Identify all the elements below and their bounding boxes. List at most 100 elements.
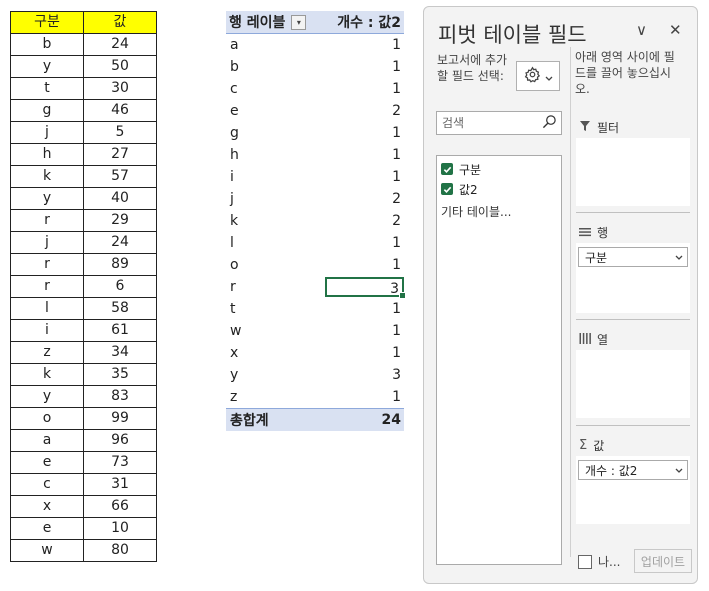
category-cell[interactable]: b (10, 33, 84, 56)
pivot-count-cell[interactable]: 1 (325, 255, 404, 275)
pivot-row-label[interactable]: y (226, 367, 325, 383)
category-cell[interactable]: j (10, 231, 84, 254)
pivot-count-cell[interactable]: 1 (325, 57, 404, 77)
close-icon[interactable]: ✕ (669, 21, 682, 39)
selected-cell[interactable]: 3 (325, 277, 406, 299)
pivot-count-cell[interactable]: 3 (325, 365, 404, 385)
value-cell[interactable]: 66 (83, 495, 157, 518)
category-cell[interactable]: a (10, 429, 84, 452)
pivot-row-label[interactable]: h (226, 147, 325, 163)
pivot-count-cell[interactable]: 1 (325, 321, 404, 341)
category-cell[interactable]: o (10, 407, 84, 430)
pivot-row-label[interactable]: g (226, 125, 325, 141)
value-cell[interactable]: 73 (83, 451, 157, 474)
pivot-row-label[interactable]: x (226, 345, 325, 361)
category-cell[interactable]: i (10, 319, 84, 342)
value-cell[interactable]: 35 (83, 363, 157, 386)
category-cell[interactable]: r (10, 253, 84, 276)
pivot-row-label[interactable]: k (226, 213, 325, 229)
category-cell[interactable]: r (10, 209, 84, 232)
pivot-row-label[interactable]: l (226, 235, 325, 251)
value-cell[interactable]: 58 (83, 297, 157, 320)
grand-total-row[interactable]: 총합계 24 (226, 408, 404, 431)
pivot-count-cell[interactable]: 1 (325, 299, 404, 319)
pivot-row-label[interactable]: b (226, 59, 325, 75)
rows-field-chip[interactable]: 구분 (578, 247, 688, 267)
value-cell[interactable]: 10 (83, 517, 157, 540)
field-item-value2[interactable]: 값2 (441, 179, 561, 199)
value-cell[interactable]: 27 (83, 143, 157, 166)
field-item-category[interactable]: 구분 (441, 159, 561, 179)
value-cell[interactable]: 61 (83, 319, 157, 342)
value-cell[interactable]: 30 (83, 77, 157, 100)
row-filter-dropdown-button[interactable]: ▾ (291, 14, 307, 30)
pivot-count-cell[interactable]: 1 (325, 145, 404, 165)
filters-drop-area[interactable] (576, 138, 690, 206)
value-cell[interactable]: 96 (83, 429, 157, 452)
value-cell[interactable]: 83 (83, 385, 157, 408)
pivot-count-cell[interactable]: 1 (325, 123, 404, 143)
value-cell[interactable]: 57 (83, 165, 157, 188)
pivot-count-cell[interactable]: 1 (325, 343, 404, 363)
category-cell[interactable]: h (10, 143, 84, 166)
value-cell[interactable]: 24 (83, 33, 157, 56)
collapse-pane-icon[interactable]: ∨ (636, 21, 647, 39)
category-cell[interactable]: e (10, 517, 84, 540)
category-cell[interactable]: k (10, 363, 84, 386)
pivot-count-cell[interactable]: 1 (325, 79, 404, 99)
field-search-box[interactable] (436, 111, 562, 135)
value-cell[interactable]: 6 (83, 275, 157, 298)
pivot-row-label[interactable]: j (226, 191, 325, 207)
rows-drop-area[interactable]: 구분 (576, 243, 690, 313)
update-button[interactable]: 업데이트 (634, 549, 692, 573)
pivot-row-label[interactable]: e (226, 103, 325, 119)
category-cell[interactable]: c (10, 473, 84, 496)
value-cell[interactable]: 34 (83, 341, 157, 364)
category-cell[interactable]: y (10, 55, 84, 78)
value-cell[interactable]: 5 (83, 121, 157, 144)
pivot-count-cell[interactable]: 2 (325, 211, 404, 231)
pivot-row-label[interactable]: z (226, 389, 325, 405)
value-cell[interactable]: 50 (83, 55, 157, 78)
value-cell[interactable]: 99 (83, 407, 157, 430)
value-cell[interactable]: 24 (83, 231, 157, 254)
category-column-header[interactable]: 구분 (10, 11, 84, 34)
pivot-count-cell[interactable]: 1 (325, 167, 404, 187)
value-cell[interactable]: 29 (83, 209, 157, 232)
category-cell[interactable]: t (10, 77, 84, 100)
pivot-row-label[interactable]: i (226, 169, 325, 185)
values-drop-area[interactable]: 개수 : 값2 (576, 456, 690, 524)
pivot-count-cell[interactable]: 2 (325, 189, 404, 209)
category-cell[interactable]: j (10, 121, 84, 144)
pivot-row-label[interactable]: w (226, 323, 325, 339)
value-column-header[interactable]: 값 (83, 11, 157, 34)
value-cell[interactable]: 80 (83, 539, 157, 562)
category-cell[interactable]: y (10, 385, 84, 408)
category-cell[interactable]: y (10, 187, 84, 210)
pivot-count-cell[interactable]: 1 (325, 35, 404, 55)
pivot-row-label[interactable]: o (226, 257, 325, 273)
defer-update-checkbox[interactable] (578, 554, 592, 569)
category-cell[interactable]: r (10, 275, 84, 298)
value-cell[interactable]: 89 (83, 253, 157, 276)
pivot-count-cell[interactable]: 1 (325, 387, 404, 407)
more-tables-link[interactable]: 기타 테이블... (441, 203, 561, 220)
values-field-chip[interactable]: 개수 : 값2 (578, 460, 688, 480)
pivot-row-label[interactable]: r (226, 279, 325, 295)
search-input[interactable] (437, 115, 542, 131)
value-cell[interactable]: 31 (83, 473, 157, 496)
category-cell[interactable]: l (10, 297, 84, 320)
defer-update-option[interactable]: 나... (578, 553, 620, 570)
category-cell[interactable]: g (10, 99, 84, 122)
pivot-count-cell[interactable]: 1 (325, 233, 404, 253)
value-cell[interactable]: 40 (83, 187, 157, 210)
tools-gear-button[interactable] (516, 61, 560, 91)
category-cell[interactable]: w (10, 539, 84, 562)
category-cell[interactable]: x (10, 495, 84, 518)
category-cell[interactable]: k (10, 165, 84, 188)
field-checkbox-category[interactable] (441, 163, 453, 175)
pivot-count-cell[interactable]: 2 (325, 101, 404, 121)
columns-drop-area[interactable] (576, 350, 690, 418)
pivot-row-label[interactable]: c (226, 81, 325, 97)
category-cell[interactable]: z (10, 341, 84, 364)
